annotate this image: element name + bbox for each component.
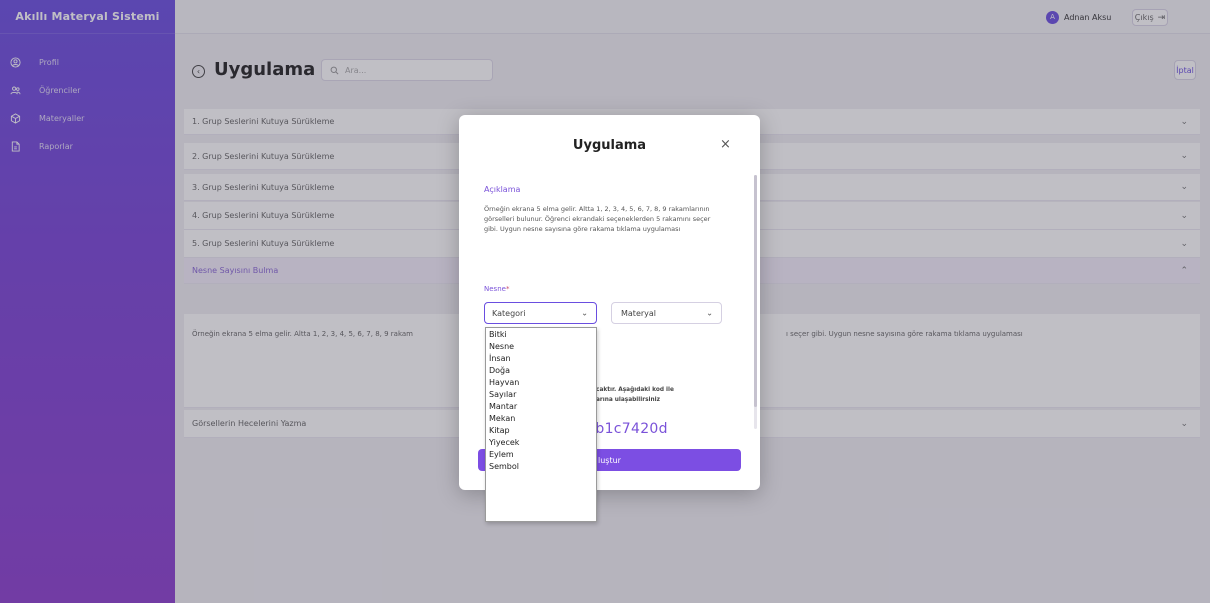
modal-scrollbar[interactable] bbox=[754, 175, 757, 429]
object-label: Nesne* bbox=[484, 285, 509, 293]
dropdown-option[interactable]: Bitki bbox=[486, 329, 596, 341]
description-text: Örneğin ekrana 5 elma gelir. Altta 1, 2,… bbox=[484, 205, 711, 233]
info-line: onacaktır. Aşağıdaki kod ile bbox=[584, 387, 674, 393]
category-select-value: Kategori bbox=[492, 308, 526, 318]
dropdown-option[interactable]: Eylem bbox=[486, 449, 596, 461]
modal-title: Uygulama bbox=[572, 138, 647, 153]
dropdown-option[interactable]: Nesne bbox=[486, 341, 596, 353]
category-dropdown-list[interactable]: Bitki Nesne İnsan Doğa Hayvan Sayılar Ma… bbox=[485, 327, 597, 522]
dropdown-option[interactable]: Sayılar bbox=[486, 389, 596, 401]
dropdown-option[interactable]: Yiyecek bbox=[486, 437, 596, 449]
description-label: Açıklama bbox=[484, 185, 521, 194]
required-mark: * bbox=[505, 285, 510, 293]
dropdown-option[interactable]: Mekan bbox=[486, 413, 596, 425]
close-icon[interactable]: × bbox=[720, 137, 731, 152]
dropdown-option[interactable]: Sembol bbox=[486, 461, 596, 473]
info-line: malarına ulaşabilirsiniz bbox=[584, 397, 661, 403]
chevron-down-icon: ⌄ bbox=[706, 308, 713, 318]
dropdown-option[interactable]: Mantar bbox=[486, 401, 596, 413]
dropdown-option[interactable]: İnsan bbox=[486, 353, 596, 365]
chevron-down-icon: ⌄ bbox=[581, 308, 588, 318]
info-text: onacaktır. Aşağıdaki kod ile malarına ul… bbox=[584, 385, 674, 405]
object-label-text: Nesne bbox=[484, 285, 506, 293]
category-select[interactable]: Kategori ⌄ bbox=[484, 302, 597, 324]
dropdown-option[interactable]: Hayvan bbox=[486, 377, 596, 389]
dropdown-option[interactable]: Doğa bbox=[486, 365, 596, 377]
dropdown-option[interactable]: Kitap bbox=[486, 425, 596, 437]
material-select-value: Materyal bbox=[621, 308, 657, 318]
scrollbar-thumb[interactable] bbox=[754, 175, 757, 407]
material-select[interactable]: Materyal ⌄ bbox=[611, 302, 722, 324]
